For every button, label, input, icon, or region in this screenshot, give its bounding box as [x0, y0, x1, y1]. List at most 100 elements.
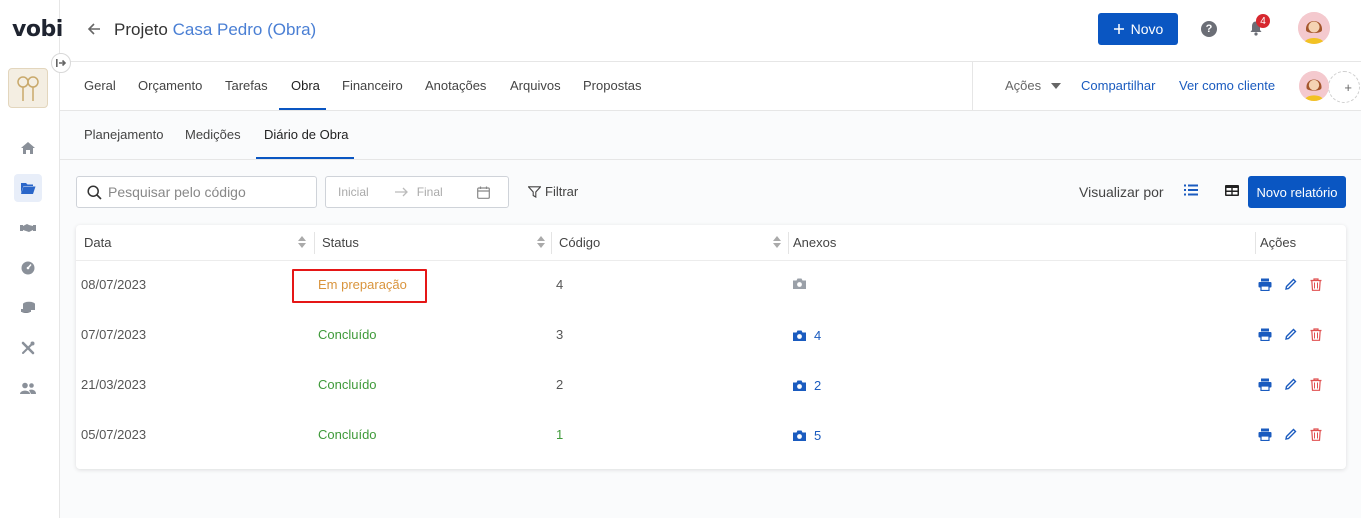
table-row[interactable]: 07/07/2023 Concluído 3 4 — [76, 311, 1346, 361]
expand-sidebar-button[interactable] — [51, 53, 71, 73]
delete-icon[interactable] — [1310, 278, 1322, 291]
row-date: 08/07/2023 — [81, 277, 147, 292]
arrow-right-icon — [56, 59, 67, 67]
column-header-code[interactable]: Código — [559, 235, 600, 250]
actions-dropdown[interactable]: Ações — [1005, 78, 1061, 93]
row-attachments[interactable] — [793, 278, 806, 289]
view-as-client-link[interactable]: Ver como cliente — [1179, 78, 1275, 93]
row-attachments[interactable]: 5 — [793, 428, 821, 443]
calendar-icon — [476, 186, 490, 199]
reports-table: Data Status Código Anexos Ações 08/07/20… — [76, 225, 1346, 469]
row-code: 2 — [556, 377, 564, 392]
project-thumbnail[interactable] — [8, 68, 48, 108]
view-by-label: Visualizar por — [1079, 184, 1164, 200]
column-separator — [788, 232, 789, 254]
delete-icon[interactable] — [1310, 428, 1322, 441]
column-separator — [1255, 232, 1256, 254]
search-input[interactable] — [108, 184, 308, 200]
sidebar-item-deals[interactable] — [14, 214, 42, 242]
row-actions — [1258, 328, 1322, 341]
tab-tarefas[interactable]: Tarefas — [225, 78, 268, 93]
edit-icon[interactable] — [1284, 378, 1298, 391]
sort-icon[interactable] — [298, 236, 306, 248]
edit-icon[interactable] — [1284, 328, 1298, 341]
notification-badge: 4 — [1256, 14, 1270, 28]
attachments-count: 5 — [814, 428, 822, 443]
tab-financeiro[interactable]: Financeiro — [342, 78, 403, 93]
project-name-link[interactable]: Casa Pedro (Obra) — [173, 20, 317, 39]
column-header-attachments: Anexos — [793, 235, 837, 250]
column-separator — [314, 232, 315, 254]
sidebar-item-home[interactable] — [14, 134, 42, 162]
camera-icon — [793, 380, 806, 391]
print-icon[interactable] — [1258, 278, 1272, 291]
member-avatar[interactable] — [1299, 71, 1329, 101]
camera-icon — [793, 278, 806, 289]
help-icon[interactable]: ? — [1201, 21, 1217, 37]
row-status: Em preparação — [318, 277, 407, 292]
print-icon[interactable] — [1258, 328, 1272, 341]
sort-icon[interactable] — [537, 236, 545, 248]
sidebar-item-projects[interactable] — [14, 174, 42, 202]
tab-orcamento[interactable]: Orçamento — [138, 78, 202, 93]
row-date: 05/07/2023 — [81, 427, 147, 442]
print-icon[interactable] — [1258, 378, 1272, 391]
row-code: 4 — [556, 277, 564, 292]
row-attachments[interactable]: 2 — [793, 378, 821, 393]
user-avatar[interactable] — [1298, 12, 1330, 44]
table-row[interactable]: 08/07/2023 Em preparação 4 — [76, 261, 1346, 311]
row-attachments[interactable]: 4 — [793, 328, 821, 343]
column-header-date[interactable]: Data — [84, 235, 111, 250]
table-row[interactable]: 05/07/2023 Concluído 1 5 — [76, 411, 1346, 461]
add-member-plus: + — [1344, 79, 1352, 95]
sidebar-item-finance[interactable] — [14, 294, 42, 322]
row-code: 1 — [556, 427, 564, 442]
obra-subtabs: Planejamento Medições Diário de Obra — [60, 111, 1361, 160]
actions-dropdown-label: Ações — [1005, 78, 1042, 93]
filter-button[interactable]: Filtrar — [528, 184, 578, 199]
edit-icon[interactable] — [1284, 278, 1298, 291]
gauge-icon — [21, 261, 35, 275]
column-header-status[interactable]: Status — [322, 235, 359, 250]
tab-propostas[interactable]: Propostas — [583, 78, 642, 93]
subtab-planejamento[interactable]: Planejamento — [84, 127, 164, 142]
list-view-icon[interactable] — [1184, 184, 1198, 196]
subtab-diario-de-obra[interactable]: Diário de Obra — [264, 127, 349, 142]
tab-arquivos[interactable]: Arquivos — [510, 78, 561, 93]
row-date: 07/07/2023 — [81, 327, 147, 342]
add-member-button[interactable]: + — [1328, 71, 1360, 103]
row-status: Concluído — [318, 427, 377, 442]
sidebar-item-tools[interactable] — [14, 334, 42, 362]
tab-obra[interactable]: Obra — [291, 78, 320, 93]
share-link[interactable]: Compartilhar — [1081, 78, 1155, 93]
table-row[interactable]: 21/03/2023 Concluído 2 2 — [76, 361, 1346, 411]
avatar-image — [1298, 12, 1330, 44]
row-actions — [1258, 428, 1322, 441]
sort-icon[interactable] — [773, 236, 781, 248]
delete-icon[interactable] — [1310, 378, 1322, 391]
new-report-button[interactable]: Novo relatório — [1248, 176, 1346, 208]
date-end-placeholder[interactable]: Final — [417, 185, 443, 199]
sidebar-item-users[interactable] — [14, 374, 42, 402]
member-avatar-image — [1299, 71, 1329, 101]
back-arrow-icon[interactable] — [86, 21, 102, 37]
filter-icon — [528, 185, 541, 198]
new-button[interactable]: Novo — [1098, 13, 1178, 45]
table-header: Data Status Código Anexos Ações — [76, 225, 1346, 261]
date-range-picker[interactable]: Inicial Final — [325, 176, 509, 208]
search-icon — [87, 184, 102, 200]
edit-icon[interactable] — [1284, 428, 1298, 441]
subtab-medicoes[interactable]: Medições — [185, 127, 241, 142]
camera-icon — [793, 330, 806, 341]
tab-geral[interactable]: Geral — [84, 78, 116, 93]
project-tabs: Geral Orçamento Tarefas Obra Financeiro … — [60, 62, 1361, 111]
date-start-placeholder[interactable]: Inicial — [338, 185, 369, 199]
table-view-icon[interactable] — [1225, 185, 1239, 196]
attachments-count: 2 — [814, 378, 822, 393]
delete-icon[interactable] — [1310, 328, 1322, 341]
print-icon[interactable] — [1258, 428, 1272, 441]
app-logo[interactable]: vobi — [12, 17, 63, 42]
tab-anotacoes[interactable]: Anotações — [425, 78, 486, 93]
sidebar-item-dashboard[interactable] — [14, 254, 42, 282]
tools-icon — [21, 341, 35, 355]
